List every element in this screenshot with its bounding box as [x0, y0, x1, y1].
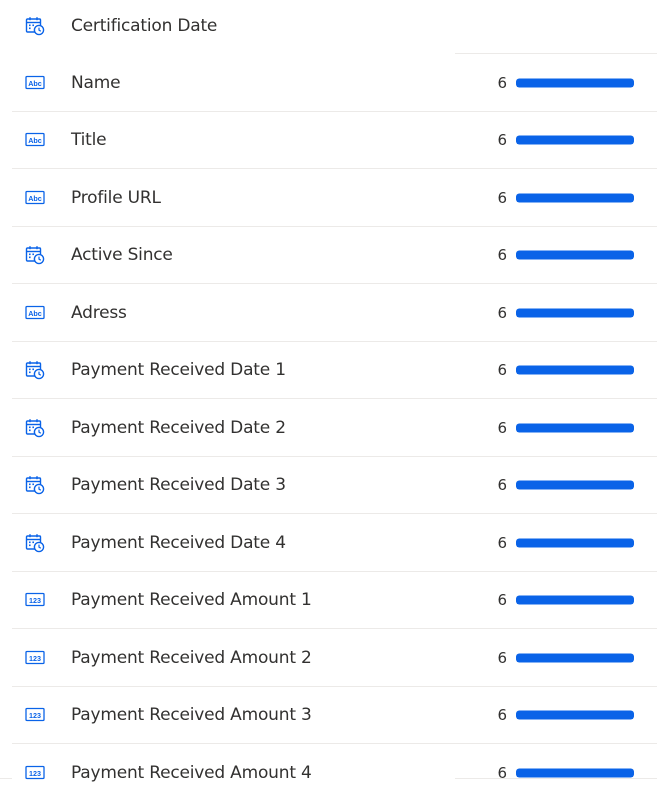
calendar-clock-icon	[25, 17, 45, 36]
field-row[interactable]: Active Since 6	[0, 227, 657, 285]
field-label: Payment Received Amount 2	[71, 647, 312, 668]
field-label: Adress	[71, 302, 127, 323]
distribution-bar-fill	[516, 308, 634, 318]
field-list: Certification Date Abc Name 6 Abc Title 6 …	[0, 0, 657, 802]
calendar-clock-icon	[25, 476, 45, 495]
field-row[interactable]: 123 Payment Received Amount 4 6	[0, 744, 657, 802]
distribution-bar-fill	[516, 710, 634, 720]
distribution-bar	[516, 768, 634, 778]
svg-text:123: 123	[29, 711, 41, 720]
svg-text:Abc: Abc	[28, 136, 42, 145]
field-label: Payment Received Date 4	[71, 532, 286, 553]
distribution-bar-fill	[516, 768, 634, 778]
distribution-bar	[516, 423, 634, 433]
distribution-bar-fill	[516, 78, 634, 88]
text-abc-icon: Abc	[25, 305, 45, 319]
field-count: 6	[497, 533, 507, 552]
field-label: Payment Received Date 3	[71, 475, 286, 496]
distribution-bar-fill	[516, 595, 634, 605]
text-abc-icon: Abc	[25, 75, 45, 89]
svg-text:Abc: Abc	[28, 194, 42, 203]
distribution-bar	[516, 250, 634, 260]
field-count: 6	[497, 476, 507, 495]
text-abc-icon: Abc	[25, 190, 45, 204]
distribution-bar	[516, 193, 634, 203]
field-count: 6	[497, 188, 507, 207]
distribution-bar	[516, 135, 634, 145]
field-row[interactable]: 123 Payment Received Amount 2 6	[0, 629, 657, 687]
text-abc-icon: Abc	[25, 133, 45, 147]
distribution-bar	[516, 710, 634, 720]
field-label: Profile URL	[71, 187, 161, 208]
field-label: Payment Received Amount 1	[71, 590, 312, 611]
field-row[interactable]: Payment Received Date 1 6	[0, 342, 657, 400]
number-123-icon: 123	[25, 650, 45, 664]
field-row[interactable]: Abc Name 6	[0, 54, 657, 112]
calendar-clock-icon	[25, 418, 45, 438]
distribution-bar	[516, 365, 634, 375]
distribution-bar	[516, 78, 634, 88]
field-label: Payment Received Amount 3	[71, 705, 312, 726]
distribution-bar-fill	[516, 480, 634, 490]
distribution-bar-fill	[516, 250, 634, 260]
distribution-bar-fill	[516, 135, 634, 145]
field-label: Name	[71, 72, 121, 93]
distribution-bar-fill	[516, 193, 634, 203]
list-bottom-divider	[0, 778, 657, 779]
field-count: 6	[497, 303, 507, 322]
distribution-bar	[516, 480, 634, 490]
svg-text:Abc: Abc	[28, 309, 42, 318]
distribution-bar	[516, 308, 634, 318]
field-row[interactable]: Abc Adress 6	[0, 284, 657, 342]
number-123-icon: 123	[25, 708, 45, 722]
field-count: 6	[497, 648, 507, 667]
field-count: 6	[497, 246, 507, 265]
field-row[interactable]: Payment Received Date 2 6	[0, 399, 657, 457]
field-label: Payment Received Amount 4	[71, 762, 312, 783]
field-row-certification-date[interactable]: Certification Date	[0, 0, 657, 54]
distribution-bar	[516, 653, 634, 663]
distribution-bar	[516, 538, 634, 548]
field-count: 6	[497, 131, 507, 150]
field-count: 6	[497, 763, 507, 782]
field-count: 6	[497, 73, 507, 92]
field-row[interactable]: Payment Received Date 3 6	[0, 457, 657, 515]
distribution-bar	[516, 595, 634, 605]
svg-text:123: 123	[29, 654, 41, 663]
field-count: 6	[497, 361, 507, 380]
number-123-icon: 123	[25, 593, 45, 607]
field-count: 6	[497, 591, 507, 610]
svg-text:Abc: Abc	[28, 79, 42, 88]
number-123-icon: 123	[25, 765, 45, 779]
field-label: Payment Received Date 1	[71, 360, 286, 381]
field-label: Active Since	[71, 245, 173, 266]
field-row[interactable]: Payment Received Date 4 6	[0, 514, 657, 572]
svg-text:123: 123	[29, 769, 41, 778]
distribution-bar-fill	[516, 653, 634, 663]
field-label: Payment Received Date 2	[71, 417, 286, 438]
field-count: 6	[497, 418, 507, 437]
calendar-clock-icon	[25, 361, 45, 380]
distribution-bar-fill	[516, 423, 634, 433]
field-row[interactable]: 123 Payment Received Amount 3 6	[0, 687, 657, 745]
calendar-clock-icon	[25, 246, 45, 265]
field-row[interactable]: Abc Title 6	[0, 112, 657, 170]
field-count: 6	[497, 706, 507, 725]
field-label: Certification Date	[71, 16, 218, 36]
svg-text:123: 123	[29, 596, 41, 605]
field-row[interactable]: 123 Payment Received Amount 1 6	[0, 572, 657, 630]
field-label: Title	[71, 130, 107, 151]
field-row[interactable]: Abc Profile URL 6	[0, 169, 657, 227]
calendar-clock-icon	[25, 533, 45, 553]
distribution-bar-fill	[516, 538, 634, 548]
distribution-bar-fill	[516, 365, 634, 375]
